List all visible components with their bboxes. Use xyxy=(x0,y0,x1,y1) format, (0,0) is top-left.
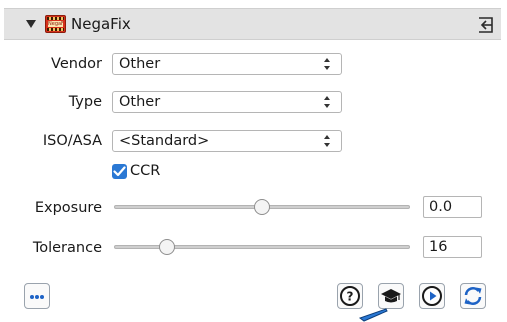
tolerance-input[interactable]: 16 xyxy=(423,236,482,258)
ccr-label[interactable]: CCR xyxy=(130,162,160,180)
type-select[interactable]: Other xyxy=(112,91,342,113)
panel-title: NegaFix xyxy=(71,15,131,33)
negafix-plugin-icon: NegaFix xyxy=(45,15,66,33)
refresh-button[interactable] xyxy=(460,283,486,309)
exposure-input[interactable]: 0.0 xyxy=(423,196,482,218)
mouse-cursor-icon xyxy=(358,308,388,322)
preview-button[interactable] xyxy=(419,283,445,309)
negafix-panel: NegaFix NegaFix Vendor Other Type Other … xyxy=(0,0,507,322)
checkmark-icon xyxy=(113,166,126,177)
exposure-label: Exposure xyxy=(34,200,102,216)
tolerance-slider-thumb[interactable] xyxy=(159,239,176,255)
panel-header[interactable]: NegaFix NegaFix xyxy=(4,8,501,40)
svg-text:?: ? xyxy=(347,290,354,304)
detach-panel-icon[interactable] xyxy=(477,16,495,34)
vendor-label: Vendor xyxy=(51,56,102,72)
learn-button[interactable] xyxy=(378,283,404,309)
type-label: Type xyxy=(68,94,102,110)
iso-label: ISO/ASA xyxy=(42,133,102,149)
learn-icon xyxy=(381,289,401,303)
more-options-icon xyxy=(30,295,44,299)
collapse-triangle-icon[interactable] xyxy=(26,20,36,28)
select-arrows-icon xyxy=(324,58,330,70)
ccr-checkbox[interactable] xyxy=(112,164,127,179)
help-icon: ? xyxy=(340,286,360,306)
select-arrows-icon xyxy=(324,135,330,147)
help-button[interactable]: ? xyxy=(337,283,363,309)
iso-value: <Standard> xyxy=(119,133,210,149)
vendor-value: Other xyxy=(119,56,161,72)
preview-play-icon xyxy=(422,286,442,306)
iso-select[interactable]: <Standard> xyxy=(112,130,342,152)
tolerance-label: Tolerance xyxy=(32,240,102,256)
type-value: Other xyxy=(119,94,161,110)
refresh-icon xyxy=(464,287,482,305)
exposure-slider-thumb[interactable] xyxy=(254,199,270,215)
select-arrows-icon xyxy=(324,96,330,108)
more-options-button[interactable] xyxy=(24,283,50,309)
vendor-select[interactable]: Other xyxy=(112,53,342,75)
